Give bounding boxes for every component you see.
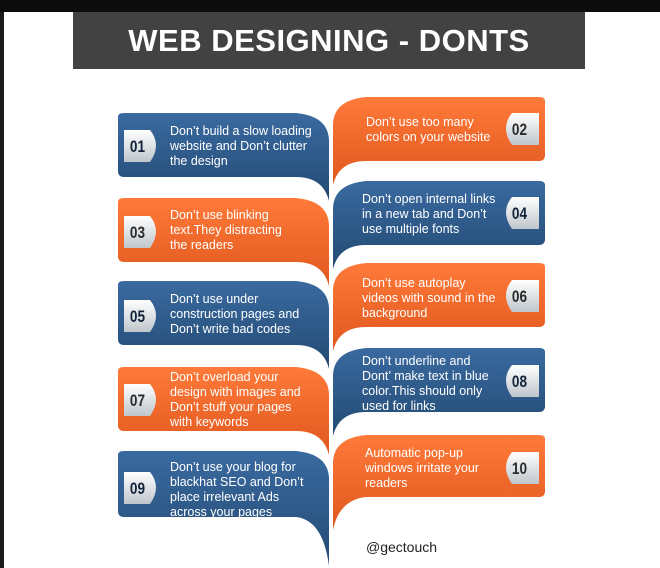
item-text-02: Don’t use too many colors on your websit… (366, 115, 491, 144)
item-text-08: Don’t underline and Dont’ make text in b… (362, 354, 489, 413)
item-number-02: 02 (511, 120, 528, 139)
item-number-09: 09 (129, 479, 146, 498)
item-text-01: Don’t build a slow loading website and D… (170, 124, 312, 168)
item-text-04: Don’t open internal links in a new tab a… (362, 192, 496, 236)
item-number-08: 08 (511, 372, 528, 391)
item-number-05: 05 (129, 307, 146, 326)
item-text-03: Don’t use blinking text.They distracting… (170, 208, 282, 252)
item-text-10: Automatic pop-up windows irritate your r… (365, 446, 479, 490)
item-number-07: 07 (129, 391, 146, 410)
item-number-06: 06 (511, 287, 528, 306)
item-text-09: Don’t use your blog for blackhat SEO and… (170, 460, 304, 519)
item-number-04: 04 (511, 204, 528, 223)
item-number-03: 03 (129, 223, 146, 242)
item-text-05: Don’t use under construction pages and D… (170, 292, 300, 336)
item-number-10: 10 (511, 459, 528, 478)
item-text-07: Don’t overload your design with images a… (170, 370, 301, 429)
ribbon-graphic (118, 97, 545, 566)
credit-handle: @gectouch (366, 539, 438, 555)
item-text-06: Don’t use autoplay videos with sound in … (362, 276, 496, 320)
item-number-01: 01 (129, 137, 146, 156)
